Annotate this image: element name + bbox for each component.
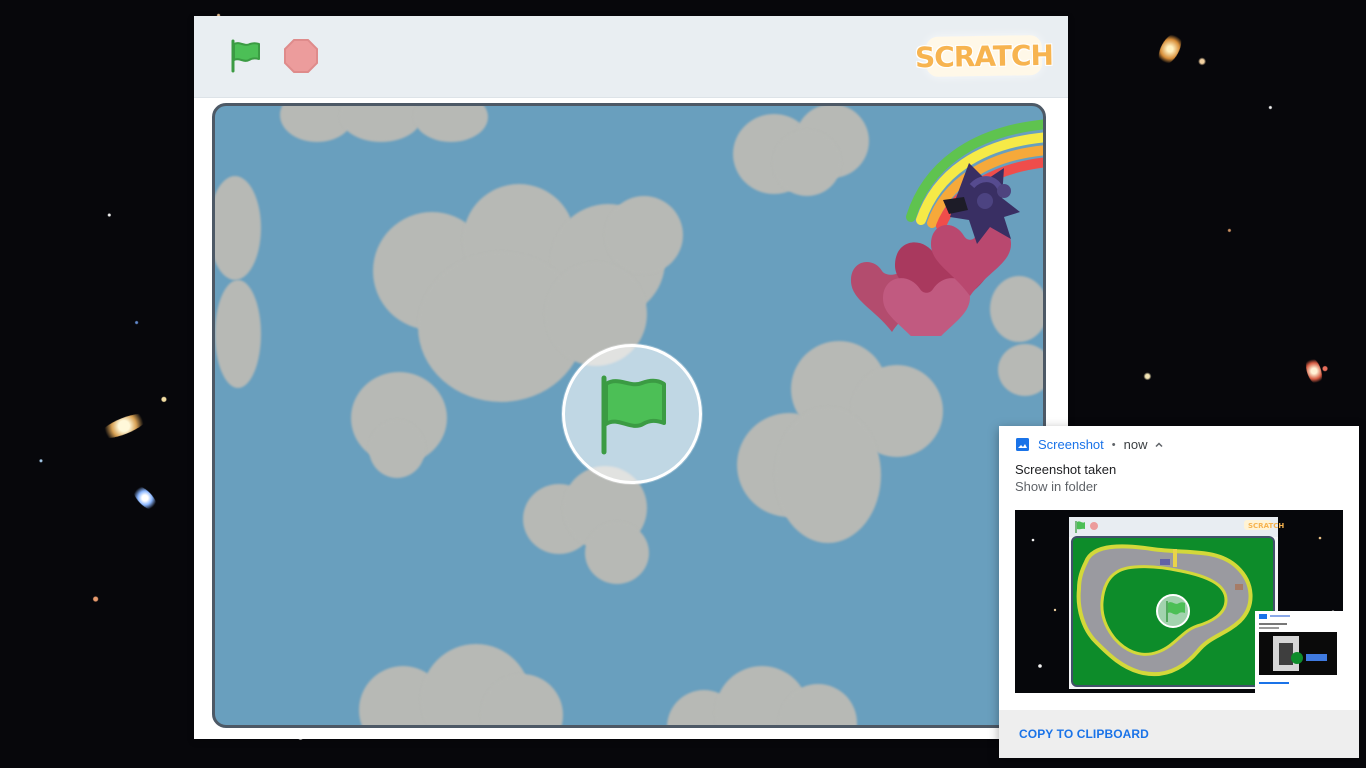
stop-button[interactable] bbox=[281, 36, 321, 76]
stop-icon bbox=[284, 39, 318, 73]
cloud bbox=[351, 368, 461, 488]
player-toolbar: SCRATCH bbox=[194, 16, 1068, 98]
galaxy-decoration bbox=[129, 482, 161, 514]
show-in-folder-link[interactable]: Show in folder bbox=[1015, 479, 1097, 494]
green-flag-button[interactable] bbox=[222, 34, 266, 78]
image-icon bbox=[1015, 437, 1030, 452]
svg-text:SCRATCH: SCRATCH bbox=[1248, 522, 1284, 530]
galaxy-decoration bbox=[96, 408, 152, 444]
notification-separator: • bbox=[1111, 438, 1116, 451]
hearts-group bbox=[850, 225, 1012, 354]
chevron-up-icon[interactable] bbox=[1155, 441, 1164, 449]
notification-app-name: Screenshot bbox=[1038, 437, 1104, 452]
copy-to-clipboard-button[interactable]: COPY TO CLIPBOARD bbox=[1019, 727, 1149, 741]
screenshot-notification: Screenshot • now Screenshot taken Show i… bbox=[999, 426, 1359, 758]
flying-sprite bbox=[840, 106, 1043, 354]
notification-footer: COPY TO CLIPBOARD bbox=[999, 710, 1359, 758]
galaxy-decoration bbox=[1303, 355, 1325, 387]
notification-time: now bbox=[1123, 437, 1148, 452]
notification-header: Screenshot • now bbox=[1015, 437, 1164, 452]
cloud bbox=[737, 341, 943, 551]
cloud bbox=[359, 644, 579, 725]
screenshot-preview-image[interactable]: SCRATCH bbox=[1015, 510, 1343, 693]
cloud bbox=[215, 176, 279, 396]
green-flag-icon bbox=[231, 39, 260, 73]
cloud bbox=[667, 666, 877, 725]
notification-title: Screenshot taken bbox=[1015, 462, 1117, 477]
scratch-logo: SCRATCH bbox=[915, 34, 1053, 78]
game-stage[interactable] bbox=[212, 103, 1046, 728]
cloud bbox=[280, 106, 505, 142]
green-flag-icon bbox=[601, 375, 666, 455]
galaxy-decoration bbox=[1154, 29, 1186, 69]
scratch-player-window: SCRATCH bbox=[194, 16, 1068, 739]
start-overlay-button[interactable] bbox=[562, 344, 702, 484]
